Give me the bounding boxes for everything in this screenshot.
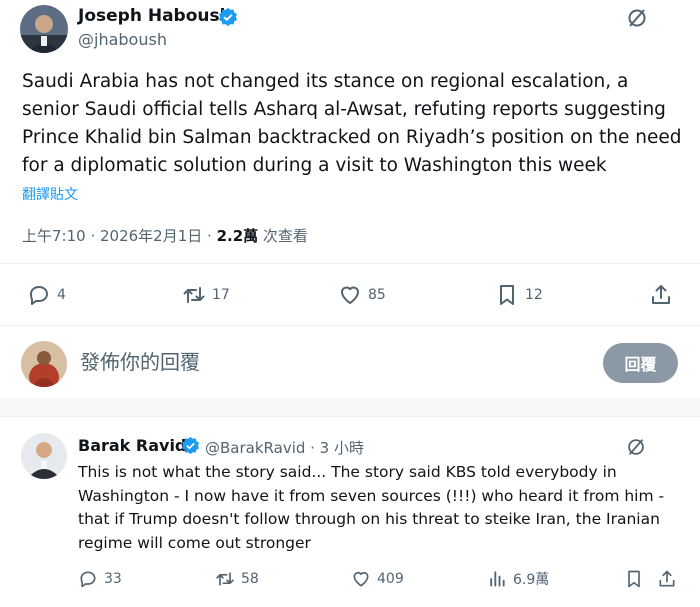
bookmark-button[interactable] [624, 569, 650, 589]
reply-count: 33 [104, 571, 122, 587]
like-count: 85 [368, 287, 386, 303]
reply-author-avatar[interactable] [21, 433, 67, 479]
tweet-meta: 上午7:10 · 2026年2月1日 · 2.2萬 次查看 [22, 225, 308, 246]
bookmark-count: 12 [525, 287, 543, 303]
views-count: 2.2萬 [216, 227, 259, 245]
divider [0, 263, 700, 264]
reply-button[interactable]: 33 [78, 569, 122, 589]
like-button[interactable]: 409 [351, 569, 404, 589]
views-icon [490, 571, 505, 587]
share-button[interactable] [649, 283, 679, 307]
timestamp[interactable]: 上午7:10 · 2026年2月1日 · [22, 227, 217, 245]
grok-icon[interactable] [625, 436, 647, 462]
section-gap [0, 398, 700, 416]
translate-post-link[interactable]: 翻譯貼文 [22, 184, 78, 204]
verified-badge-icon [218, 7, 238, 31]
verified-badge-icon [181, 436, 200, 459]
views-label: 次查看 [258, 227, 308, 245]
reply-text: This is not what the story said... The s… [78, 463, 665, 552]
reply-button[interactable]: 4 [27, 283, 66, 307]
repost-count: 58 [241, 571, 259, 587]
bookmark-button[interactable]: 12 [495, 283, 543, 307]
views-count: 6.9萬 [513, 572, 550, 588]
author-handle[interactable]: @jhaboush [78, 30, 167, 49]
views-button[interactable]: 6.9萬 [487, 569, 549, 589]
reply-submit-button[interactable]: 回覆 [603, 343, 678, 383]
reply-author-handle[interactable]: @BarakRavid · 3 小時 [205, 437, 364, 458]
like-button[interactable]: 85 [338, 283, 386, 307]
user-avatar[interactable] [21, 341, 67, 387]
author-avatar[interactable] [20, 5, 68, 53]
divider [0, 416, 700, 417]
reply-icon [80, 571, 96, 588]
share-button[interactable] [657, 569, 683, 589]
tweet-text: Saudi Arabia has not changed its stance … [22, 71, 682, 176]
bookmark-icon [500, 285, 514, 305]
reply-icon [30, 286, 48, 305]
divider [0, 325, 700, 326]
share-icon [659, 570, 675, 587]
like-icon [353, 571, 369, 587]
repost-icon [183, 287, 205, 303]
like-count: 409 [377, 571, 404, 587]
author-name[interactable]: Joseph Haboush [78, 6, 232, 26]
repost-count: 17 [212, 287, 230, 303]
bookmark-icon [628, 570, 640, 588]
repost-button[interactable]: 58 [215, 569, 259, 589]
repost-icon [216, 572, 234, 586]
reply-count: 4 [57, 287, 66, 303]
reply-input[interactable]: 發佈你的回覆 [80, 346, 200, 375]
grok-icon[interactable] [625, 6, 649, 34]
share-icon [652, 285, 670, 304]
like-icon [341, 286, 359, 304]
reply-author-name[interactable]: Barak Ravid [78, 436, 186, 455]
repost-button[interactable]: 17 [182, 283, 230, 307]
